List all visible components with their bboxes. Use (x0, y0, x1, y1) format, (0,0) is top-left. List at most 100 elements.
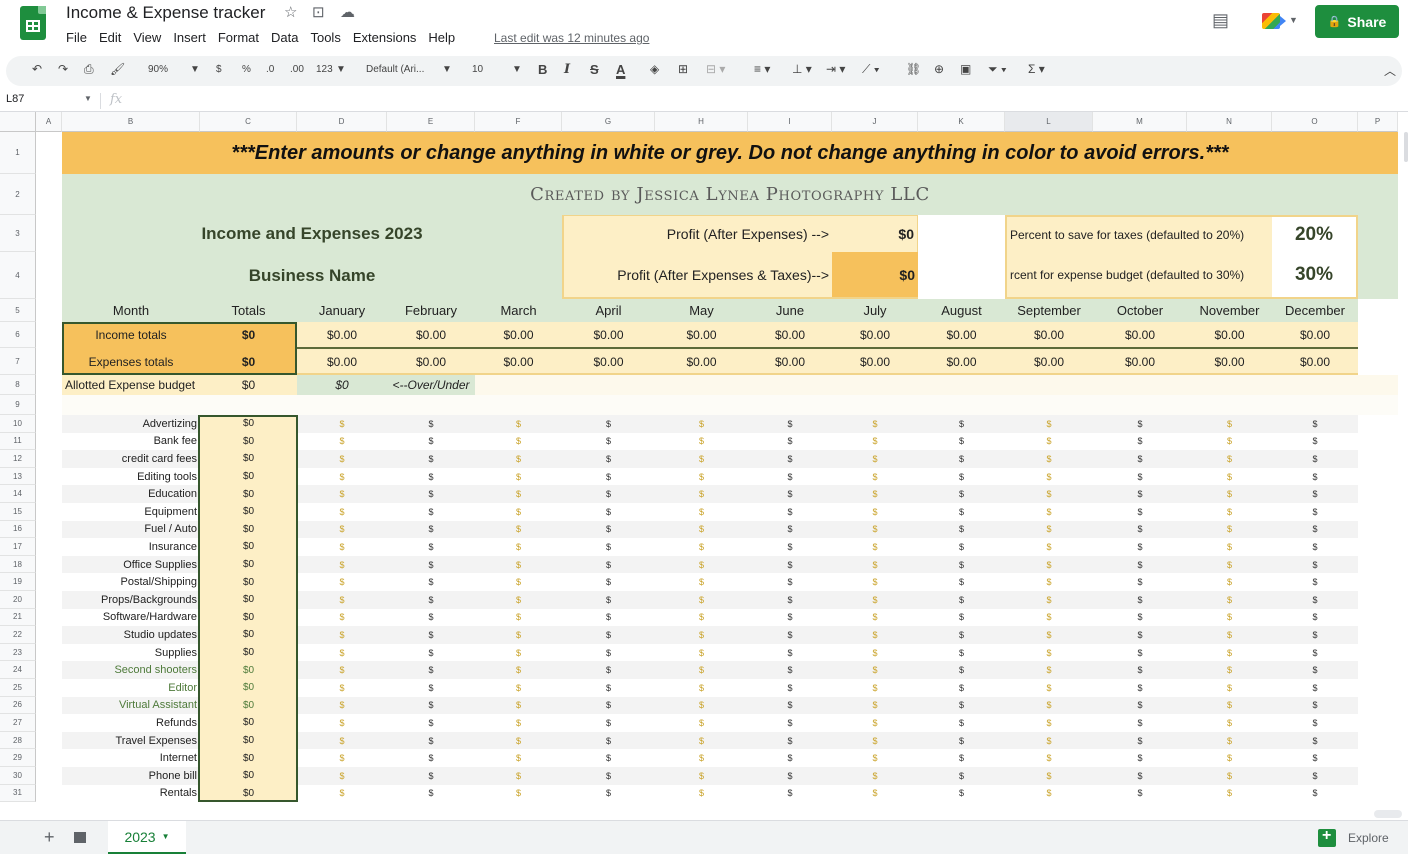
expense-amount-cell[interactable]: $ (562, 767, 655, 785)
zoom-dropdown-icon[interactable]: ▼ (190, 64, 200, 75)
expense-amount-cell[interactable]: $ (1272, 520, 1358, 539)
row-header-17[interactable]: 17 (0, 538, 36, 556)
column-header-m[interactable]: M (1093, 112, 1187, 132)
expense-amount-cell[interactable]: $ (387, 415, 475, 433)
expense-amount-cell[interactable]: $ (748, 433, 832, 451)
expense-amount-cell[interactable]: $ (387, 767, 475, 785)
expense-amount-cell[interactable]: $ (1005, 644, 1093, 662)
expense-amount-cell[interactable]: $ (832, 714, 918, 732)
expense-amount-cell[interactable]: $ (832, 749, 918, 767)
expense-amount-cell[interactable]: $ (1093, 696, 1187, 715)
row-header-4[interactable]: 4 (0, 252, 36, 299)
expense-amount-cell[interactable]: $ (387, 573, 475, 591)
expense-amount-cell[interactable]: $ (1187, 731, 1272, 750)
expense-amount-cell[interactable]: $ (1093, 714, 1187, 732)
meet-icon[interactable]: ▼ (1262, 9, 1298, 33)
expense-amount-cell[interactable]: $ (748, 591, 832, 609)
expense-amount-cell[interactable]: $ (297, 609, 387, 627)
expense-amount-cell[interactable]: $ (387, 679, 475, 697)
row-header-3[interactable]: 3 (0, 215, 36, 252)
expense-amount-cell[interactable]: $ (475, 433, 562, 451)
expense-amount-cell[interactable]: $ (1093, 644, 1187, 662)
expense-amount-cell[interactable]: $ (918, 661, 1005, 679)
expense-amount-cell[interactable]: $ (655, 785, 748, 803)
expense-amount-cell[interactable]: $ (832, 485, 918, 503)
expense-amount-cell[interactable]: $ (1272, 555, 1358, 574)
expense-amount-cell[interactable]: $ (918, 555, 1005, 574)
expense-amount-cell[interactable]: $ (918, 714, 1005, 732)
expense-amount-cell[interactable]: $ (1272, 573, 1358, 591)
column-header-i[interactable]: I (748, 112, 832, 132)
expense-amount-cell[interactable]: $ (1093, 731, 1187, 750)
expense-amount-cell[interactable]: $ (562, 785, 655, 803)
expense-amount-cell[interactable]: $ (1005, 555, 1093, 574)
expense-amount-cell[interactable]: $ (832, 626, 918, 644)
menu-data[interactable]: Data (271, 30, 298, 45)
expense-amount-cell[interactable]: $ (1005, 609, 1093, 627)
expense-amount-cell[interactable]: $ (475, 468, 562, 486)
explore-button[interactable]: Explore (1318, 827, 1402, 849)
expense-amount-cell[interactable]: $ (1005, 661, 1093, 679)
last-edit-link[interactable]: Last edit was 12 minutes ago (494, 31, 649, 45)
name-box[interactable]: L87 (6, 93, 24, 105)
expense-amount-cell[interactable]: $ (832, 767, 918, 785)
expense-amount-cell[interactable]: $ (832, 609, 918, 627)
expense-amount-cell[interactable]: $ (1093, 591, 1187, 609)
expense-amount-cell[interactable]: $ (655, 749, 748, 767)
expense-amount-cell[interactable]: $ (655, 696, 748, 715)
expense-amount-cell[interactable]: $ (1093, 626, 1187, 644)
star-icon[interactable]: ☆ (284, 3, 297, 21)
expense-amount-cell[interactable]: $ (562, 450, 655, 468)
expense-amount-cell[interactable]: $ (1187, 591, 1272, 609)
expense-amount-cell[interactable]: $ (832, 503, 918, 521)
menu-insert[interactable]: Insert (173, 30, 206, 45)
expense-amount-cell[interactable]: $ (1005, 626, 1093, 644)
expense-amount-cell[interactable]: $ (562, 714, 655, 732)
expense-amount-cell[interactable]: $ (1093, 485, 1187, 503)
expense-amount-cell[interactable]: $ (1187, 696, 1272, 715)
expense-amount-cell[interactable]: $ (1272, 591, 1358, 609)
expense-amount-cell[interactable]: $ (1272, 749, 1358, 767)
expense-amount-cell[interactable]: $ (918, 485, 1005, 503)
expense-amount-cell[interactable]: $ (918, 785, 1005, 803)
column-header-b[interactable]: B (62, 112, 200, 132)
expense-amount-cell[interactable]: $ (1093, 679, 1187, 697)
expense-amount-cell[interactable]: $ (1005, 520, 1093, 539)
expense-amount-cell[interactable]: $ (918, 520, 1005, 539)
expense-amount-cell[interactable]: $ (918, 433, 1005, 451)
expense-amount-cell[interactable]: $ (655, 468, 748, 486)
expense-amount-cell[interactable]: $ (297, 626, 387, 644)
number-format-button[interactable]: 123 (316, 64, 333, 75)
expense-amount-cell[interactable]: $ (1005, 714, 1093, 732)
expense-amount-cell[interactable]: $ (387, 749, 475, 767)
expense-amount-cell[interactable]: $ (918, 696, 1005, 715)
expense-amount-cell[interactable]: $ (562, 661, 655, 679)
expense-amount-cell[interactable]: $ (562, 591, 655, 609)
expense-amount-cell[interactable]: $ (297, 661, 387, 679)
expense-amount-cell[interactable]: $ (562, 609, 655, 627)
expense-amount-cell[interactable]: $ (387, 450, 475, 468)
expense-amount-cell[interactable]: $ (562, 520, 655, 539)
expense-amount-cell[interactable]: $ (1187, 538, 1272, 556)
expense-amount-cell[interactable]: $ (1005, 538, 1093, 556)
expense-amount-cell[interactable]: $ (655, 644, 748, 662)
column-header-d[interactable]: D (297, 112, 387, 132)
row-header-22[interactable]: 22 (0, 626, 36, 644)
expense-amount-cell[interactable]: $ (387, 503, 475, 521)
expense-amount-cell[interactable]: $ (1093, 609, 1187, 627)
expense-amount-cell[interactable]: $ (748, 714, 832, 732)
sheets-logo-icon[interactable] (20, 6, 46, 40)
column-header-e[interactable]: E (387, 112, 475, 132)
share-button[interactable]: 🔒 Share (1315, 5, 1399, 38)
expense-amount-cell[interactable]: $ (832, 468, 918, 486)
spreadsheet-grid[interactable]: A B C D E F G H I J K L M N O P 1 2 3 4 5 6 7 8 9 10 11 12 13 14 15 16 1… (0, 112, 1408, 805)
font-size-dropdown-icon[interactable]: ▼ (512, 64, 522, 75)
expense-amount-cell[interactable]: $ (655, 714, 748, 732)
expense-amount-cell[interactable]: $ (297, 644, 387, 662)
print-icon[interactable]: ⎙ (84, 62, 94, 77)
expense-amount-cell[interactable]: $ (562, 644, 655, 662)
expense-amount-cell[interactable]: $ (832, 644, 918, 662)
sheet-tab-2023[interactable]: 2023 ▼ (108, 821, 186, 854)
row-header-2[interactable]: 2 (0, 174, 36, 215)
expense-amount-cell[interactable]: $ (387, 591, 475, 609)
